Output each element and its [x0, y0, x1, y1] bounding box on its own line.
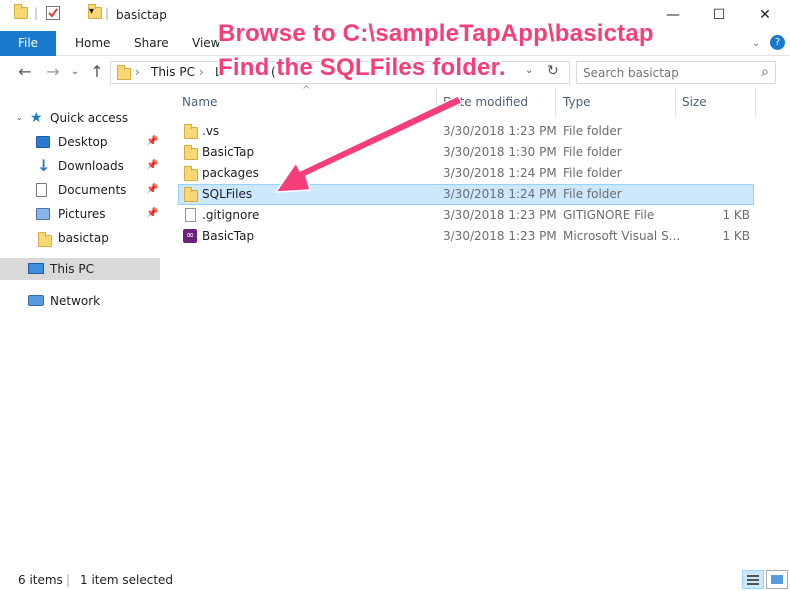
annotation-line-1: Browse to C:\sampleTapApp\basictap [218, 20, 654, 47]
annotation-arrow [275, 95, 463, 193]
annotation-line-2: Find the SQLFiles folder. [218, 54, 506, 81]
